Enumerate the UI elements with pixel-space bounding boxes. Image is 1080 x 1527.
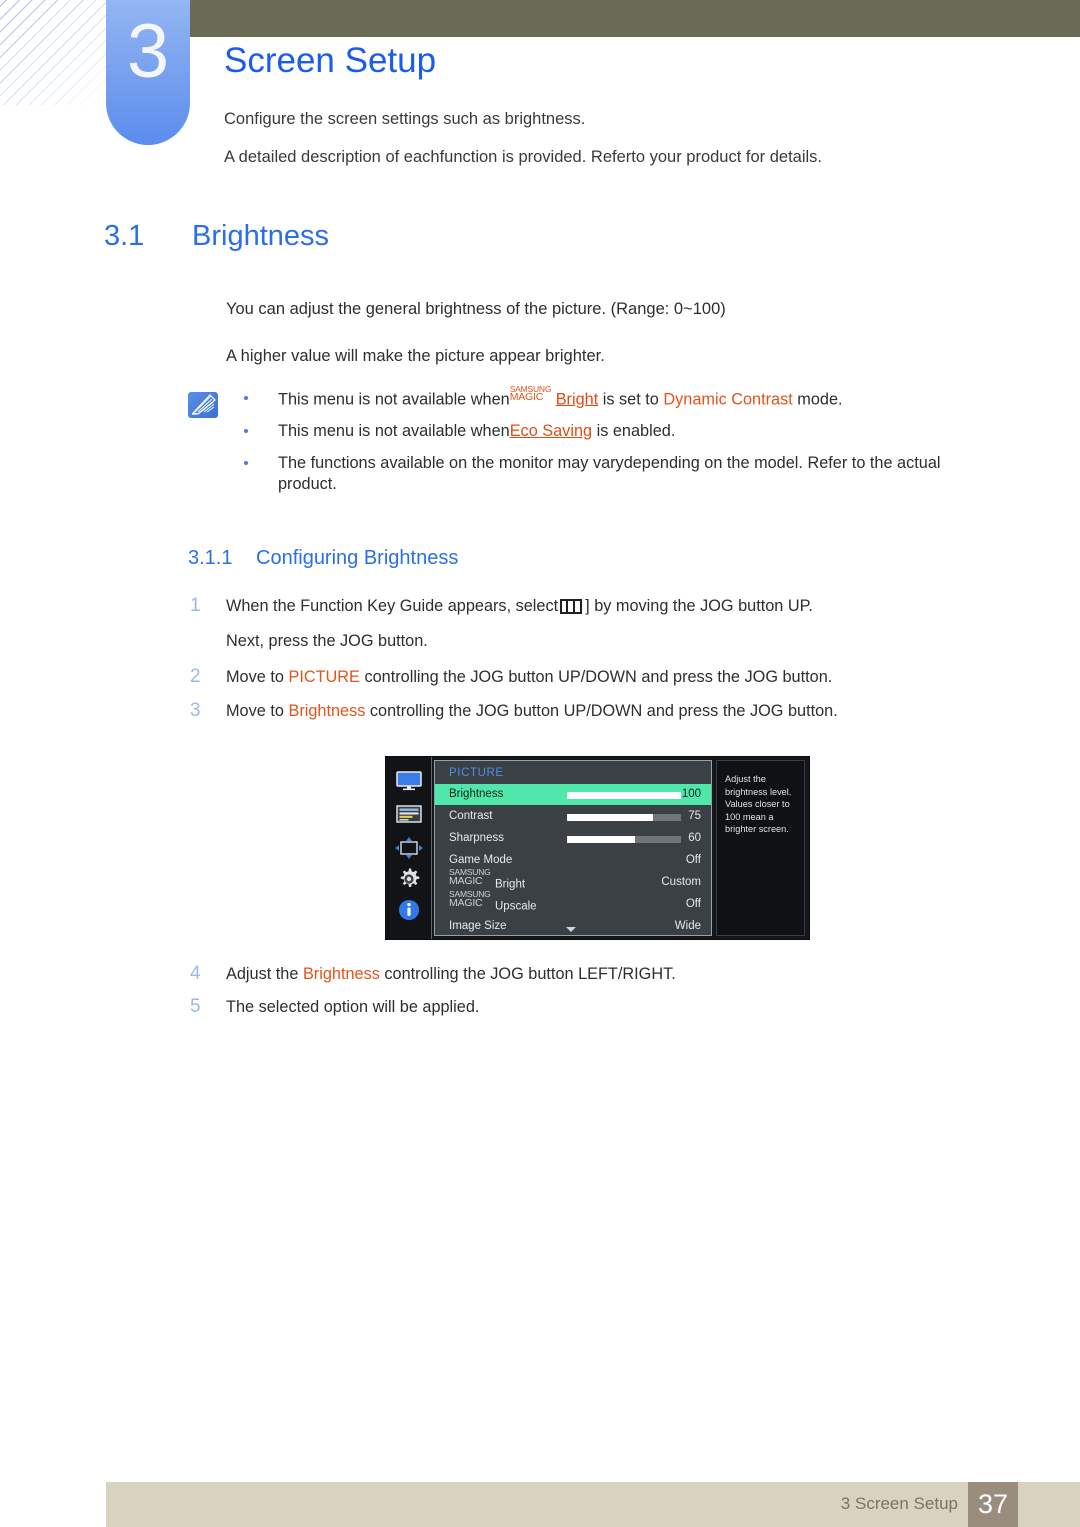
osd-panel-title: PICTURE [449, 767, 504, 779]
link-bright[interactable]: Bright [556, 390, 599, 408]
osd-row-contrast[interactable]: Contrast 75 [435, 806, 711, 827]
step-text-before: Move to [226, 702, 289, 720]
section-paragraph-2: A higher value will make the picture app… [226, 347, 605, 365]
bullet-dot [244, 429, 248, 434]
osd-row-label: Brightness [449, 788, 504, 800]
decorative-hatch-pattern [0, 0, 106, 105]
onscreen-display-icon[interactable] [386, 805, 431, 828]
subsection-number: 3.1.1 [188, 547, 233, 569]
step-text-before: The selected option will be applied. [226, 998, 480, 1016]
osd-row-label: Contrast [449, 810, 493, 822]
subsection-heading: 3.1.1 Configuring Brightness [188, 545, 458, 571]
term-dynamic-contrast: Dynamic Contrast [663, 390, 793, 409]
section-title: Brightness [192, 220, 330, 252]
term-brightness: Brightness [302, 965, 380, 983]
osd-row-value: 75 [688, 810, 701, 822]
step-text-after: controlling the JOG button UP/DOWN and p… [365, 702, 838, 720]
step-item: 3 Move to Brightness controlling the JOG … [190, 699, 1010, 723]
note-text-suffix: mode. [792, 390, 843, 409]
osd-row-label-text: Upscale [495, 900, 537, 913]
term-brightness: Brightness [288, 702, 366, 720]
samsung-magic-mark: SAMSUNG MAGIC [449, 889, 495, 910]
section-number: 3.1 [104, 220, 145, 252]
osd-row-label-text: Bright [495, 878, 526, 891]
chapter-intro-line-1: Configure the screen settings such as br… [224, 110, 586, 128]
note-text: The functions available on the monitor m… [278, 454, 941, 494]
osd-row-value: 60 [688, 832, 701, 844]
note-text-middle: is set to [598, 390, 664, 409]
osd-row-label: Image Size [449, 920, 507, 932]
osd-row-sharpness[interactable]: Sharpness 60 [435, 828, 711, 849]
system-adjust-icon[interactable] [386, 837, 431, 864]
step-text-before: Move to [226, 668, 289, 686]
chapter-intro-line-2: A detailed description of eachfunction i… [224, 148, 823, 166]
samsung-magic-mark: SAMSUNG MAGIC [510, 384, 556, 404]
osd-slider-contrast[interactable] [567, 814, 681, 821]
step-item: 5 The selected option will be applied. [190, 995, 1010, 1019]
information-icon[interactable] [386, 899, 431, 926]
bullet-dot [244, 461, 248, 466]
samsung-magic-mark: SAMSUNG MAGIC [449, 867, 495, 888]
subsection-title: Configuring Brightness [256, 547, 459, 569]
link-eco-saving[interactable]: Eco Saving [510, 422, 592, 440]
step-item: 1 When the Function Key Guide appears, se… [190, 594, 1010, 653]
step-text-after: controlling the JOG button LEFT/RIGHT. [379, 965, 676, 983]
step-text-before: Adjust the [226, 965, 303, 983]
chapter-number: 3 [126, 9, 170, 94]
step-number: 1 [190, 595, 201, 616]
chevron-down-icon[interactable] [566, 927, 576, 932]
chapter-number-badge: 3 [106, 0, 190, 145]
step-item: 4 Adjust the Brightness controlling the J… [190, 962, 1010, 986]
osd-row-label: Game Mode [449, 854, 513, 866]
page-number: 37 [968, 1482, 1018, 1527]
osd-row-value: 100 [681, 788, 701, 800]
magic-bottom-text: MAGIC [449, 897, 483, 909]
section-heading: 3.1 Brightness [104, 218, 329, 254]
step-number: 3 [190, 700, 201, 721]
osd-row-value: Off [685, 898, 701, 910]
note-list: This menu is not available when SAMSUNG MA… [188, 384, 988, 495]
osd-row-value: Wide [674, 920, 701, 932]
bullet-dot [244, 396, 248, 400]
step-text-after: controlling the JOG button UP/DOWN and p… [359, 668, 833, 686]
step-number: 5 [190, 996, 201, 1017]
step-continuation: Next, press the JOG button. [226, 632, 428, 650]
top-olive-bar [190, 0, 1080, 37]
step-text-before: When the Function Key Guide appears, sel… [226, 597, 559, 615]
page-title: Screen Setup [224, 41, 437, 80]
osd-row-label: SAMSUNG MAGIC Upscale [449, 889, 537, 913]
step-item: 2 Move to PICTURE controlling the JOG but… [190, 665, 1010, 689]
osd-row-brightness[interactable]: Brightness 100 [435, 784, 711, 805]
magic-bottom-text: MAGIC [449, 875, 483, 887]
note-item: This menu is not available whenEco Savin… [188, 421, 988, 442]
note-item: The functions available on the monitor m… [188, 453, 988, 495]
osd-slider-brightness[interactable] [567, 792, 681, 799]
footer-chapter-label: 3 Screen Setup [840, 1494, 958, 1513]
monitor-picture-icon[interactable] [386, 771, 431, 796]
magic-bottom-text: MAGIC [509, 391, 544, 403]
osd-row-label: Sharpness [449, 832, 504, 844]
osd-help-text: Adjust the brightness level. Values clos… [716, 760, 805, 936]
step-text-after: ] by moving the JOG button UP. [585, 597, 813, 615]
setup-gear-icon[interactable] [386, 867, 431, 896]
note-block: This menu is not available when SAMSUNG MA… [188, 384, 988, 506]
section-paragraph-1: You can adjust the general brightness of… [226, 300, 726, 318]
step-number: 2 [190, 666, 201, 687]
osd-row-magic-upscale[interactable]: SAMSUNG MAGIC Upscale Off [435, 889, 711, 915]
note-item: This menu is not available when SAMSUNG MA… [188, 384, 988, 410]
step-number: 4 [190, 963, 201, 984]
osd-picture-panel: PICTURE Brightness 100 Contrast 75 Sharp… [434, 760, 712, 936]
osd-slider-sharpness[interactable] [567, 836, 681, 843]
note-text-prefix: This menu is not available when [278, 422, 510, 441]
note-text-prefix: This menu is not available when [278, 390, 510, 409]
osd-row-value: Custom [661, 876, 701, 888]
picture-menu-glyph-icon [560, 599, 583, 614]
note-text-suffix: is enabled. [592, 422, 676, 441]
term-picture: PICTURE [288, 668, 360, 686]
osd-row-value: Off [685, 854, 701, 866]
osd-icon-rail [386, 757, 432, 939]
osd-menu-screenshot: PICTURE Brightness 100 Contrast 75 Sharp… [386, 757, 809, 939]
